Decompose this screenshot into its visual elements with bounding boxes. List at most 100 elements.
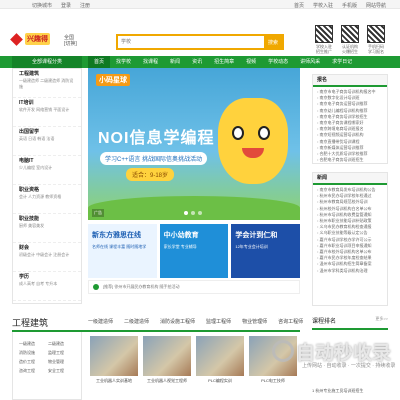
side-link[interactable]: 造价工程 (19, 358, 46, 365)
qr-code-icon (367, 25, 385, 43)
category-sub: 软件开发 网络营销 平面设计 (19, 107, 70, 112)
ranking-more-link[interactable]: 更多>> (375, 316, 388, 325)
category-item[interactable]: 出国留学 英语 日语 韩语 法语 (13, 127, 81, 156)
side-link[interactable]: 咨询工程 (19, 367, 46, 374)
category-sidebar: 工程建筑 一级建造师 二级建造师 消防设施 IT培训 软件开发 网络营销 平面设计 … (12, 68, 82, 304)
site-map-link[interactable]: 网站导航 (366, 2, 386, 9)
side-link[interactable]: 物业管理 (48, 358, 75, 365)
nav-item-courses[interactable]: 找课程 (137, 56, 164, 68)
nav-item-schools[interactable]: 找学校 (110, 56, 137, 68)
qr-certified: 认证机构 火爆招生 (338, 25, 362, 54)
category-sub: 一级建造师 二级建造师 消防设施 (19, 78, 74, 89)
category-item[interactable]: 工程建筑 一级建造师 二级建造师 消防设施 (13, 69, 81, 98)
category-sub: 成人高考 自考 专升本 (19, 281, 58, 286)
panel-link[interactable]: 温州市学科类培训机构治理 (317, 268, 384, 274)
mascot-eye (258, 126, 270, 140)
home-link[interactable]: 首页 (294, 2, 304, 9)
site-logo[interactable]: 兴趣得 (10, 32, 52, 46)
promo-card[interactable]: 新东方雅思在线 名师在线 课程丰富 随时随地学 (88, 224, 157, 278)
category-item[interactable]: IT培训 软件开发 网络营销 平面设计 (13, 98, 81, 127)
register-link[interactable]: 注册 (80, 2, 90, 9)
section-tab[interactable]: 咨询工程师 (278, 318, 303, 325)
course-photo (90, 336, 138, 376)
banner-dot[interactable] (191, 211, 195, 215)
section-side-links: 一级建造 二级建造 消防设施 监理工程 造价工程 物业管理 咨询工程 安全工程 (12, 332, 82, 400)
promo-card[interactable]: 中小幼教育 家长学堂 专业辅导 (159, 224, 229, 278)
qr-join: 学校入驻 招生推广 (312, 25, 336, 54)
watermark-main: 自动秒收录 (296, 343, 392, 364)
section-tab[interactable]: 一级建造师 (88, 318, 113, 325)
section-tab[interactable]: 消防设施工程师 (160, 318, 195, 325)
category-item[interactable]: 职业资格 会计 人力资源 教师资格 (13, 185, 81, 214)
all-categories-button[interactable]: 全部课程分类 (12, 56, 82, 68)
nav-item-diary[interactable]: 求学日记 (326, 56, 358, 68)
city-selector[interactable]: 全国 [切换] (64, 35, 77, 47)
nav-item-school-news[interactable]: 学校动态 (262, 56, 294, 68)
nav-item-news[interactable]: 新闻 (164, 56, 186, 68)
speaker-icon (93, 284, 99, 290)
promo-sub: 12年专业会计培训 (235, 244, 268, 249)
banner-pagination (184, 211, 202, 215)
category-title: 职业资格 (19, 187, 40, 193)
city-switch[interactable]: [切换] (64, 41, 77, 47)
logo-text: 兴趣得 (25, 33, 50, 45)
category-item[interactable]: 电脑IT 少儿编程 室内设计 (13, 156, 81, 185)
news-panel: 新闻 南京市教育局发布培训机构公告 杭州市民办培训学校年检通过 杭州市教育局规范… (312, 172, 388, 306)
banner-subtitle: 学习C++语言 挑战国际信奥挑战活动 (100, 152, 208, 165)
section-tab[interactable]: 物业管理师 (242, 318, 267, 325)
banner-dot[interactable] (198, 211, 202, 215)
school-join-link[interactable]: 学校入驻 (313, 2, 333, 9)
news-ticker-text: [推荐] 徐州市开展民办教育机构 随手拍活动 (103, 284, 180, 289)
nav-item-admissions[interactable]: 招生简章 (208, 56, 240, 68)
promo-sub: 名师在线 课程丰富 随时随地学 (92, 244, 147, 249)
section-tab[interactable]: 监理工程师 (206, 318, 231, 325)
course-caption: PLC编程实训 (208, 378, 232, 383)
category-item[interactable]: 职业技能 厨师 美容美发 (13, 214, 81, 243)
course-photo (143, 336, 191, 376)
course-card[interactable]: PLC编程实训 (196, 336, 244, 400)
qr-label: 招生推广 (316, 49, 332, 54)
course-card[interactable]: 工业机器人实训基地 (90, 336, 138, 400)
promo-card[interactable]: 学会计到仁和 12年专业会计培训 (231, 224, 301, 278)
logo-mark-icon (10, 32, 23, 46)
side-link[interactable]: 安全工程 (48, 367, 75, 374)
side-link[interactable]: 一级建造 (19, 340, 46, 347)
promo-row: 新东方雅思在线 名师在线 课程丰富 随时随地学 中小幼教育 家长学堂 专业辅导 … (88, 224, 301, 278)
category-title: 工程建筑 (19, 71, 40, 77)
qr-code-icon (341, 25, 359, 43)
nav-item-teachers[interactable]: 讲师风采 (294, 56, 326, 68)
section-tab[interactable]: 二级建造师 (124, 318, 149, 325)
search-button[interactable]: 搜索 (264, 36, 282, 48)
banner-dot[interactable] (184, 211, 188, 215)
nav-item-home[interactable]: 首页 (88, 56, 111, 68)
mascot-mouth (242, 148, 264, 158)
panel-link[interactable]: 合肥电子商务培训班招生 (317, 157, 384, 163)
watermark: 自动秒收录 上传网站 · 自动收录 · 一次提交 · 持续收录 (266, 336, 398, 390)
mobile-link[interactable]: 手机版 (342, 2, 357, 9)
side-link[interactable]: 二级建造 (48, 340, 75, 347)
banner-hill (88, 196, 300, 220)
nav-item-video[interactable]: 视频 (240, 56, 262, 68)
side-link[interactable]: 监理工程 (48, 349, 75, 356)
switch-city-link[interactable]: 切换城市 (32, 2, 52, 9)
watermark-logo-icon (272, 340, 294, 362)
header: 兴趣得 全国 [切换] 搜索 学校入驻 招生推广 认证机构 火爆招生 手机扫码 … (0, 10, 400, 56)
hero-banner[interactable]: 小码星球 NOI信息学编程 学习C++语言 挑战国际信奥挑战活动 适合：9-18… (88, 68, 300, 220)
main-nav: 全部课程分类 首页 找学校 找课程 新闻 资讯 招生简章 视频 学校动态 讲师风… (0, 56, 400, 68)
side-link-grid: 一级建造 二级建造 消防设施 监理工程 造价工程 物业管理 咨询工程 安全工程 (13, 332, 81, 382)
qr-mobile: 手机扫码 学习报名 (364, 25, 388, 54)
category-item[interactable]: 学历 成人高考 自考 专升本 (13, 272, 81, 301)
course-caption: 工业机器人实训基地 (96, 378, 132, 383)
banner-age-badge: 适合：9-18岁 (126, 168, 175, 181)
nav-item-info[interactable]: 资讯 (186, 56, 208, 68)
qr-code-icon (315, 25, 333, 43)
search-input[interactable] (118, 36, 264, 48)
banner-logo: 小码星球 (96, 74, 130, 86)
side-link[interactable]: 消防设施 (19, 349, 46, 356)
section-title: 工程建筑 (12, 318, 49, 328)
news-ticker[interactable]: [推荐] 徐州市开展民办教育机构 随手拍活动 (88, 280, 300, 294)
course-caption: 工业机器人视觉工程师 (147, 378, 187, 383)
login-link[interactable]: 登录 (61, 2, 71, 9)
course-card[interactable]: 工业机器人视觉工程师 (143, 336, 191, 400)
category-item[interactable]: 财会 初级会计 中级会计 注册会计 (13, 243, 81, 272)
